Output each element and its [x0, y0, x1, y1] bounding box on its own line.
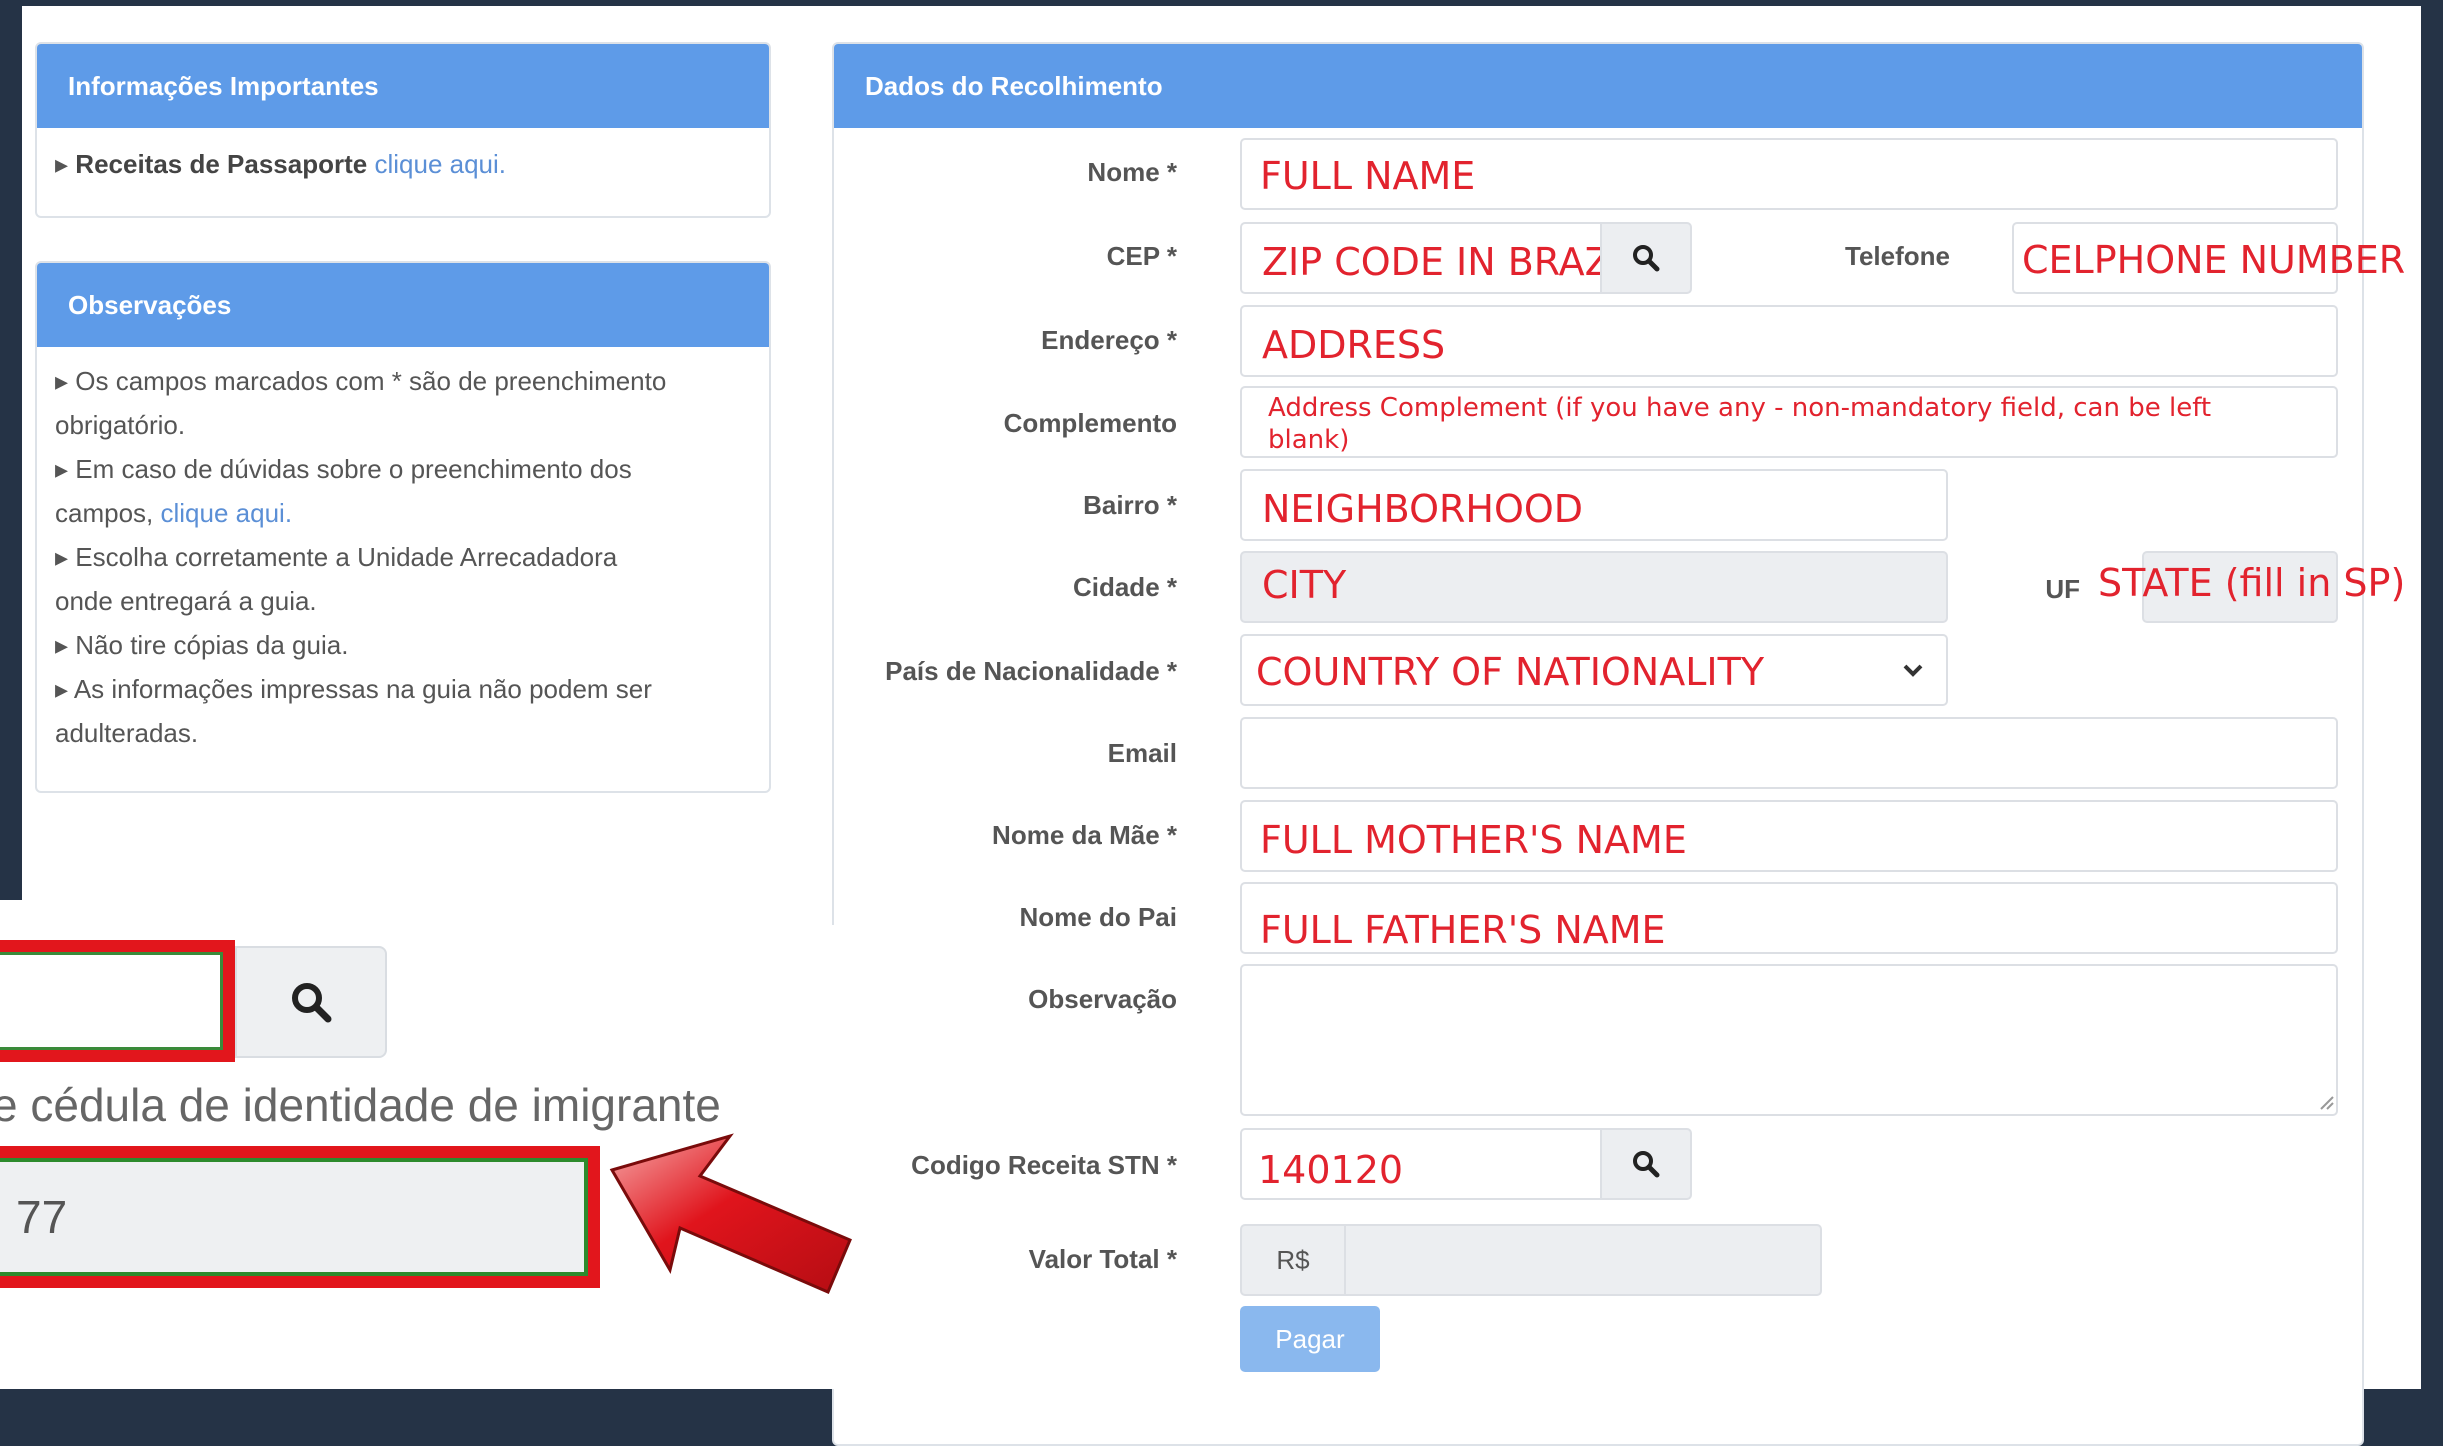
observations-panel: Observações ▸ Os campos marcados com * s…	[35, 261, 771, 793]
cidade-input: CITY	[1240, 551, 1948, 623]
important-info-heading: Informações Importantes	[37, 44, 769, 128]
zoom-highlighted-input	[0, 940, 235, 1062]
obs-line: ▸ Em caso de dúvidas sobre o preenchimen…	[55, 454, 632, 484]
mae-input[interactable]: FULL MOTHER'S NAME	[1240, 800, 2338, 872]
obs-line: onde entregará a guia.	[55, 586, 317, 616]
telefone-input[interactable]: CELPHONE NUMBER	[2012, 222, 2405, 294]
zoom-caption: e cédula de identidade de imigrante	[0, 1079, 721, 1131]
important-info-panel: Informações Importantes ▸ Receitas de Pa…	[35, 42, 771, 218]
passport-revenue-link[interactable]: clique aqui.	[374, 149, 506, 179]
label-pai: Nome do Pai	[1019, 902, 1177, 932]
uf-annotation: STATE (fill in SP)	[2098, 561, 2406, 605]
cep-input[interactable]: ZIP CODE IN BRAZIL	[1240, 222, 1643, 294]
observations-body: ▸ Os campos marcados com * são de preenc…	[37, 347, 769, 767]
label-mae: Nome da Mãe *	[992, 820, 1177, 850]
pai-input[interactable]: FULL FATHER'S NAME	[1240, 882, 2338, 954]
pais-select[interactable]: COUNTRY OF NATIONALITY	[1240, 634, 1948, 706]
nome-input[interactable]: FULL NAME	[1240, 138, 2338, 210]
zoom-highlighted-id-input: 77	[0, 1146, 600, 1288]
label-observacao: Observação	[1028, 984, 1177, 1014]
obs-line: ▸ Não tire cópias da guia.	[55, 630, 349, 660]
valor-input	[1344, 1224, 1822, 1296]
pais-selected-value: COUNTRY OF NATIONALITY	[1256, 650, 1765, 694]
cep-search-button[interactable]	[1600, 222, 1692, 294]
obs-line: ▸ As informações impressas na guia não p…	[55, 674, 652, 704]
currency-addon: R$	[1240, 1224, 1346, 1296]
zoom-search-button	[235, 946, 387, 1058]
label-complemento: Complemento	[1003, 408, 1177, 438]
red-arrow-icon	[609, 1133, 852, 1294]
help-link[interactable]: clique aqui.	[161, 498, 293, 528]
label-endereco: Endereço *	[1041, 325, 1177, 355]
label-cidade: Cidade *	[1072, 572, 1177, 602]
obs-line: obrigatório.	[55, 410, 186, 440]
obs-line: ▸ Escolha corretamente a Unidade Arrecad…	[55, 542, 618, 572]
codigo-input[interactable]: 140120	[1240, 1128, 1602, 1200]
resize-handle-icon[interactable]	[2318, 1094, 2334, 1110]
bairro-input[interactable]: NEIGHBORHOOD	[1240, 469, 1948, 541]
label-email: Email	[1107, 738, 1177, 768]
obs-line-with-link: campos, clique aqui.	[55, 498, 293, 528]
search-icon	[292, 983, 332, 1023]
chevron-down-icon	[1903, 664, 1923, 677]
label-pais: País de Nacionalidade *	[885, 656, 1177, 686]
search-icon	[1633, 245, 1660, 272]
observacao-textarea[interactable]	[1240, 964, 2338, 1116]
obs-line: ▸ Os campos marcados com * são de preenc…	[55, 366, 667, 396]
obs-line: adulteradas.	[55, 718, 199, 748]
bullet: ▸	[55, 149, 69, 179]
passport-revenue-label: Receitas de Passaporte	[75, 149, 368, 179]
endereco-input[interactable]: ADDRESS	[1240, 305, 2338, 377]
search-icon	[1633, 1151, 1660, 1178]
email-input[interactable]	[1240, 717, 2338, 789]
label-bairro: Bairro *	[1083, 490, 1177, 520]
frame-left	[0, 0, 22, 900]
observations-heading: Observações	[37, 263, 769, 347]
important-info-body: ▸ Receitas de Passaporte clique aqui.	[37, 128, 769, 200]
zoom-id-value: 77	[0, 1158, 588, 1276]
label-nome: Nome *	[1087, 157, 1177, 187]
pay-button[interactable]: Pagar	[1240, 1306, 1380, 1372]
label-cep: CEP *	[1106, 241, 1177, 271]
codigo-search-button[interactable]	[1600, 1128, 1692, 1200]
payment-data-heading: Dados do Recolhimento	[834, 44, 2362, 128]
complemento-input[interactable]: Address Complement (if you have any - no…	[1240, 386, 2338, 458]
